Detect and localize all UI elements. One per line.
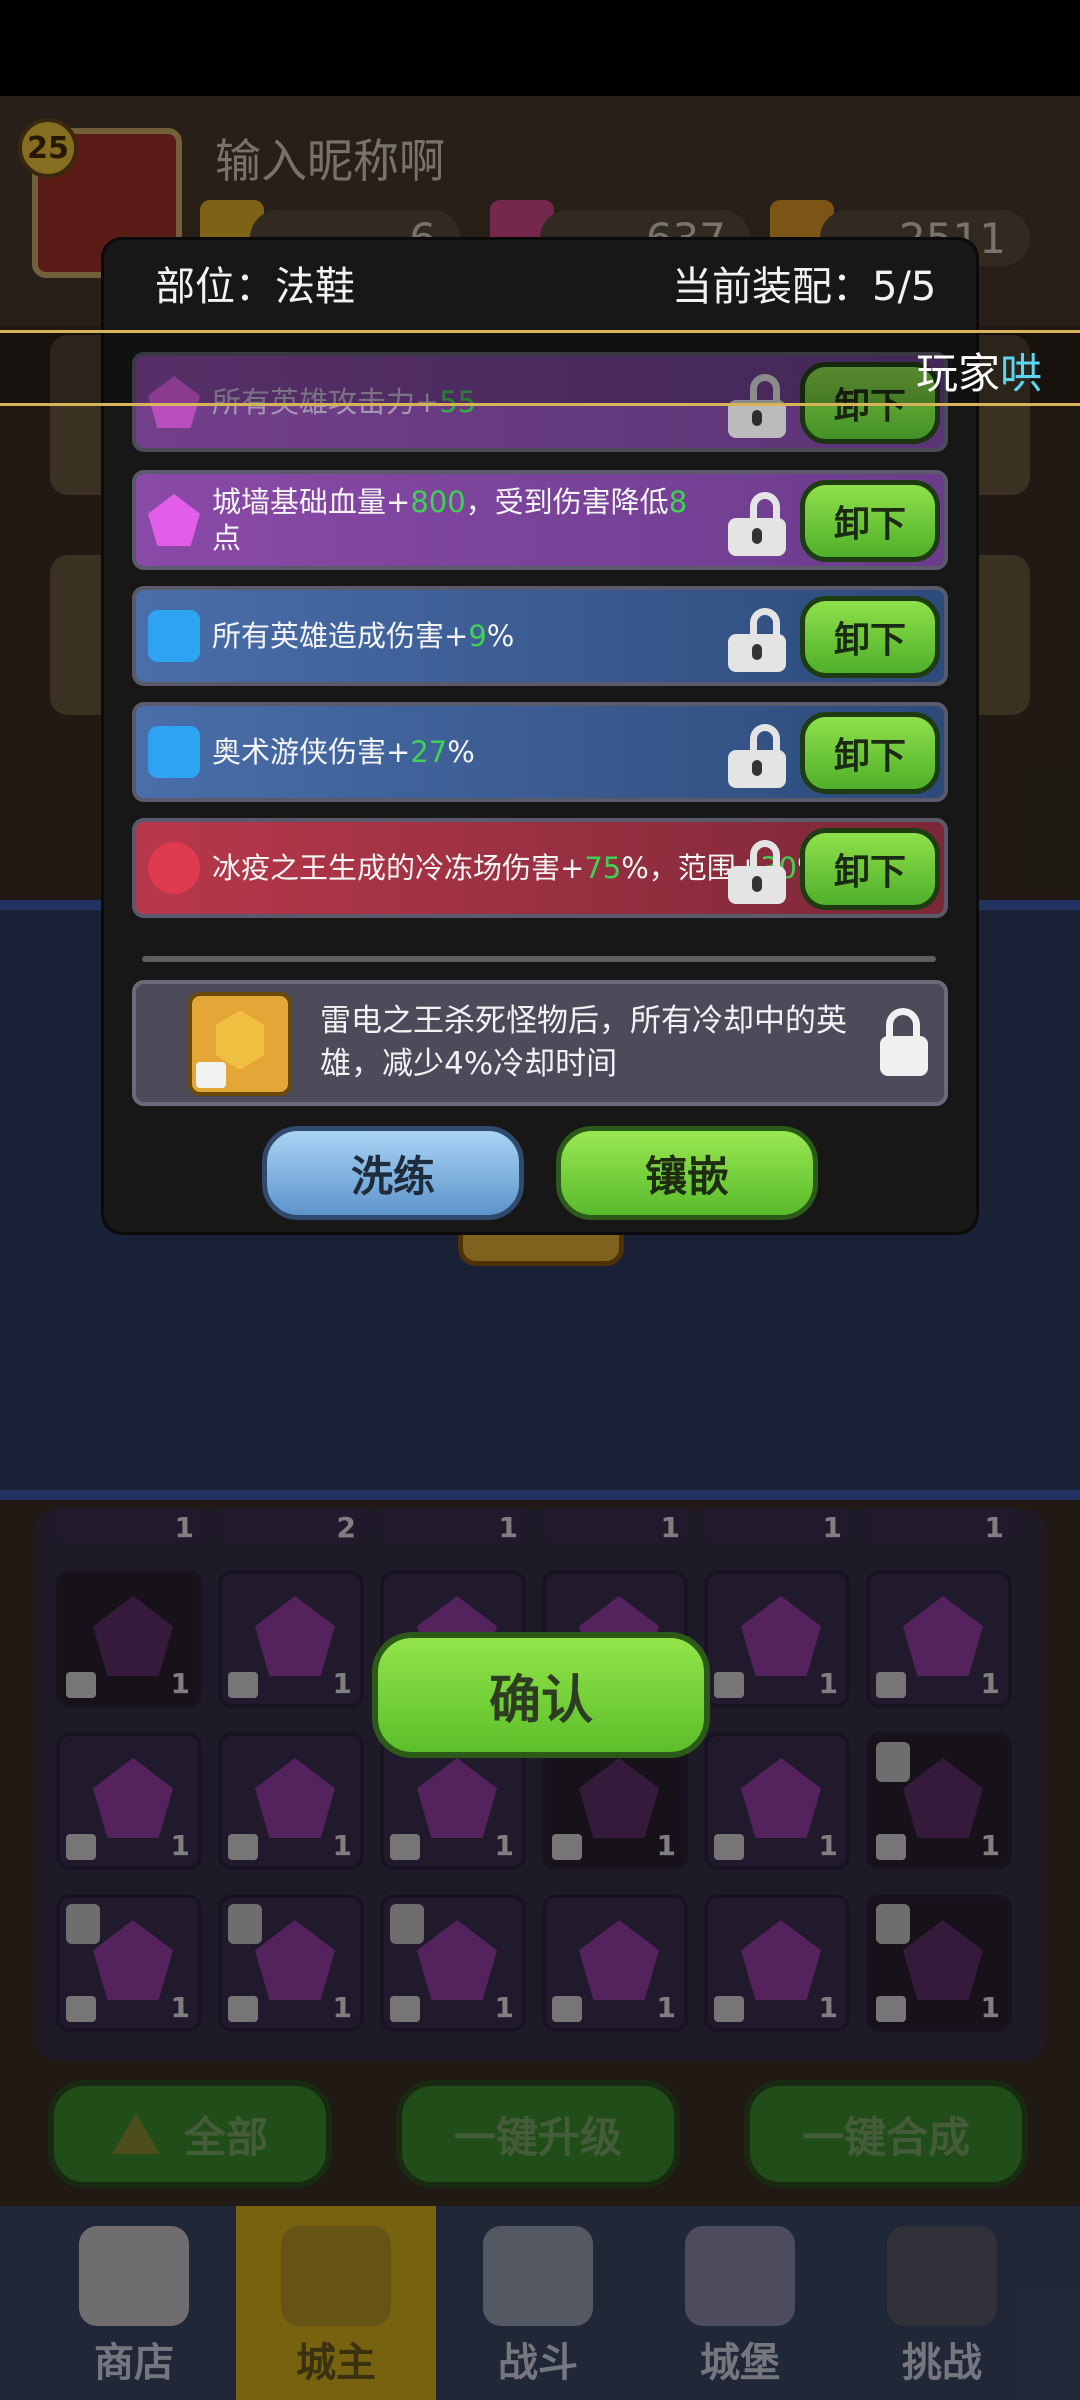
unlocked-icon[interactable]: [728, 492, 790, 556]
purple-gem-icon: [148, 494, 200, 546]
reroll-button[interactable]: 洗练: [262, 1126, 524, 1220]
stat-text-part: 点: [212, 521, 242, 555]
inlay-button[interactable]: 镶嵌: [556, 1126, 818, 1220]
unload-button[interactable]: 卸下: [800, 480, 940, 562]
stat-value: 75: [584, 850, 622, 885]
unlocked-icon[interactable]: [728, 724, 790, 788]
equip-position-label: 部位：法鞋: [155, 264, 355, 310]
equip-count-label: 当前装配：5/5: [672, 264, 937, 310]
special-effect-row: 雷电之王杀死怪物后，所有冷却中的英雄，减少4%冷却时间: [132, 980, 948, 1106]
unload-label: 卸下: [833, 504, 906, 545]
stat-row: 冰疫之王生成的冷冻场伤害+75%，范围+30% 卸下: [132, 818, 948, 918]
red-gem-icon: [148, 842, 200, 894]
special-effect-text: 雷电之王杀死怪物后，所有冷却中的英雄，减少4%冷却时间: [320, 1002, 847, 1082]
confirm-label: 确认: [488, 1670, 593, 1731]
stat-row: 城墙基础血量+800，受到伤害降低8 点 卸下: [132, 470, 948, 570]
blue-gem-icon: [148, 610, 200, 662]
confirm-button[interactable]: 确认: [372, 1632, 710, 1758]
unlocked-icon[interactable]: [728, 608, 790, 672]
stat-value: 800: [410, 484, 466, 519]
stat-text-part: ，受到伤害降低: [465, 484, 669, 519]
stat-text-part: 所有英雄造成伤害+: [212, 618, 469, 653]
blue-gem-icon: [148, 726, 200, 778]
unlocked-icon[interactable]: [728, 840, 790, 904]
divider: [142, 956, 936, 962]
legendary-gem-icon: [188, 992, 292, 1096]
stat-value: 9: [468, 618, 487, 653]
stat-text-part: 冰疫之王生成的冷冻场伤害+: [212, 850, 585, 885]
boot-tag-icon: [196, 1062, 226, 1088]
stat-text-part: 奥术游侠伤害+: [212, 734, 411, 769]
unload-button[interactable]: 卸下: [800, 712, 940, 794]
stat-value: 27: [410, 734, 448, 769]
status-bar: [0, 0, 1080, 96]
stat-text-part: %: [486, 618, 515, 653]
stat-text-part: 城墙基础血量+: [212, 484, 411, 519]
unload-label: 卸下: [833, 620, 906, 661]
stat-value: 8: [668, 484, 688, 519]
stat-row: 所有英雄造成伤害+9% 卸下: [132, 586, 948, 686]
stat-text-part: %: [447, 734, 475, 769]
stat-row: 奥术游侠伤害+27% 卸下: [132, 702, 948, 802]
banner-text: 玩家哄: [916, 340, 1042, 401]
banner-highlight: 哄: [1000, 349, 1043, 398]
unload-label: 卸下: [833, 736, 906, 777]
unload-button[interactable]: 卸下: [800, 828, 940, 910]
inlay-label: 镶嵌: [644, 1151, 729, 1201]
unload-label: 卸下: [833, 852, 906, 893]
banner-prefix: 玩家: [916, 349, 1001, 398]
unload-button[interactable]: 卸下: [800, 596, 940, 678]
reroll-label: 洗练: [350, 1151, 435, 1201]
